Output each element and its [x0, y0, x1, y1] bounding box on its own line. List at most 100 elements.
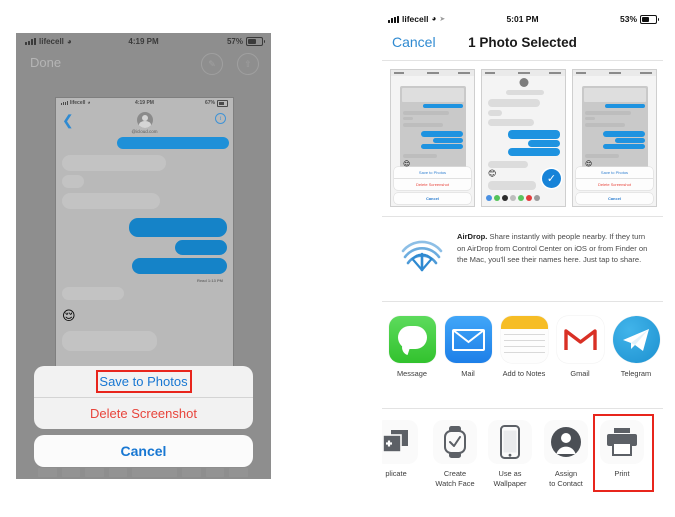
thumbnail-item[interactable]: 😌 Save to Photos Delete Screenshot Cance…: [390, 69, 475, 207]
message-bubble: [62, 175, 84, 188]
battery-percent-label: 67%: [204, 100, 215, 107]
message-bubble: [175, 240, 227, 255]
left-nav-bar: Done ✎ ⇧: [16, 50, 271, 78]
message-bubble: [117, 137, 229, 149]
delete-screenshot-button[interactable]: Delete Screenshot: [34, 397, 253, 429]
divider: [382, 216, 663, 217]
page-title: 1 Photo Selected: [468, 35, 577, 50]
thumb-avatar: [519, 78, 528, 87]
thumb-bubble: [423, 104, 463, 108]
left-status-bar: lifecell ◕ 4:19 PM 57%: [16, 33, 271, 50]
preview-nav-bar: ❮ @icloud.com i: [56, 109, 233, 139]
info-icon: i: [215, 113, 226, 124]
thumb-save-row: Save to Photos: [418, 170, 447, 175]
right-status-bar: lifecell ◕ ➤ 5:01 PM 53%: [382, 14, 663, 28]
action-label-line1: Create: [443, 469, 467, 478]
save-to-photos-button[interactable]: Save to Photos: [34, 366, 253, 397]
divider: [382, 408, 663, 409]
thumb-bubble: [528, 140, 560, 147]
message-thread: ••• Read 1:13 PM 😌: [56, 137, 233, 393]
thumb-bubble: [603, 144, 645, 149]
thumb-bubble: [403, 117, 413, 120]
action-duplicate[interactable]: plicate: [382, 420, 424, 479]
message-bubble: [62, 193, 160, 209]
thumb-bubble: [585, 111, 631, 115]
thumbnail-item[interactable]: 😌 Save to Photos Delete Screenshot Cance…: [572, 69, 657, 207]
thumb-bubble: [488, 119, 534, 126]
left-status-right: 57%: [227, 37, 265, 46]
thumb-inner-header: [584, 88, 646, 102]
share-apps-row: Message Mail Add to Notes Gmail Telegram: [382, 304, 663, 401]
action-label: plicate: [385, 469, 407, 478]
markup-icon[interactable]: ✎: [201, 53, 223, 75]
thumb-app-dock: [484, 192, 563, 204]
done-button[interactable]: Done: [30, 55, 61, 70]
action-label-line1: Use as: [498, 469, 522, 478]
share-app-mail[interactable]: Mail: [442, 316, 494, 378]
airdrop-title: AirDrop.: [457, 232, 488, 241]
thumb-save-row: Save to Photos: [600, 170, 629, 175]
divider: [382, 60, 663, 61]
share-app-message[interactable]: Message: [386, 316, 438, 378]
action-label-line2: to Contact: [549, 478, 583, 488]
thumb-bubble: [403, 123, 443, 127]
action-label-line1: Assign: [554, 469, 578, 478]
checkmark-icon: ✓: [542, 169, 561, 188]
divider: [382, 301, 663, 302]
phone-icon: [488, 420, 532, 464]
thumb-inner-header: [402, 88, 464, 102]
action-label-line2: Watch Face: [435, 478, 475, 488]
action-print[interactable]: Print: [594, 420, 650, 479]
thumb-cancel-label: Cancel: [425, 196, 440, 201]
thumb-bubble: [403, 111, 449, 115]
right-phone-screenshot: lifecell ◕ ➤ 5:01 PM 53% Cancel 1 Photo …: [382, 8, 663, 492]
share-app-gmail[interactable]: Gmail: [554, 316, 606, 378]
action-sheet-group: Save to Photos Delete Screenshot: [34, 366, 253, 429]
right-status-right: 53%: [620, 14, 659, 24]
thumb-bubble: [488, 181, 536, 190]
action-label: Create Watch Face: [427, 469, 483, 488]
thumb-delete-row: Delete Screenshot: [394, 178, 471, 190]
share-app-notes[interactable]: Add to Notes: [498, 316, 550, 378]
duplicate-icon: [382, 420, 418, 464]
thumb-bubble: [585, 123, 625, 127]
app-label: Message: [397, 369, 427, 378]
battery-icon: [246, 37, 265, 46]
share-icon[interactable]: ⇧: [237, 53, 259, 75]
airdrop-section[interactable]: AirDrop. Share instantly with people nea…: [382, 220, 663, 300]
thumb-status-bar: [391, 70, 474, 76]
battery-icon: [640, 14, 659, 24]
contact-label: @icloud.com: [131, 129, 158, 134]
thumb-cancel-label: Cancel: [607, 196, 622, 201]
thumb-bubble: [433, 138, 463, 143]
thumb-delete-row: Delete Screenshot: [576, 178, 653, 190]
action-sheet: Save to Photos Delete Screenshot Cancel: [34, 366, 253, 467]
thumb-bubble: [585, 154, 619, 158]
thumb-bubble: [421, 131, 463, 137]
app-label: Telegram: [620, 369, 652, 378]
share-app-telegram[interactable]: Telegram: [610, 316, 662, 378]
action-label: Assign to Contact: [538, 469, 594, 488]
message-bubble: [132, 258, 227, 274]
keyboard-hint: [38, 468, 248, 477]
cancel-button[interactable]: Cancel: [34, 435, 253, 467]
messages-icon: [388, 316, 436, 363]
thumbnail-item-selected[interactable]: 😊 ✓: [481, 69, 566, 207]
action-create-watch-face[interactable]: Create Watch Face: [427, 420, 483, 488]
message-bubble: [62, 287, 124, 300]
action-label-line2: Wallpaper: [493, 478, 527, 488]
message-bubble: [62, 331, 157, 351]
thumb-bubble: [508, 148, 560, 156]
thumb-bubble: [488, 110, 502, 116]
thumb-action-sheet: Save to Photos Delete Screenshot: [394, 167, 471, 190]
app-label: Add to Notes: [502, 369, 546, 378]
thumb-bubble: [585, 117, 595, 120]
mail-icon: [444, 316, 492, 363]
watch-icon: [433, 420, 477, 464]
action-label: Use as Wallpaper: [482, 469, 538, 488]
thumb-action-sheet: Save to Photos Delete Screenshot: [576, 167, 653, 190]
message-bubble: [129, 218, 227, 237]
action-assign-to-contact[interactable]: Assign to Contact: [538, 420, 594, 488]
action-use-as-wallpaper[interactable]: Use as Wallpaper: [482, 420, 538, 488]
printer-icon: [600, 420, 644, 464]
